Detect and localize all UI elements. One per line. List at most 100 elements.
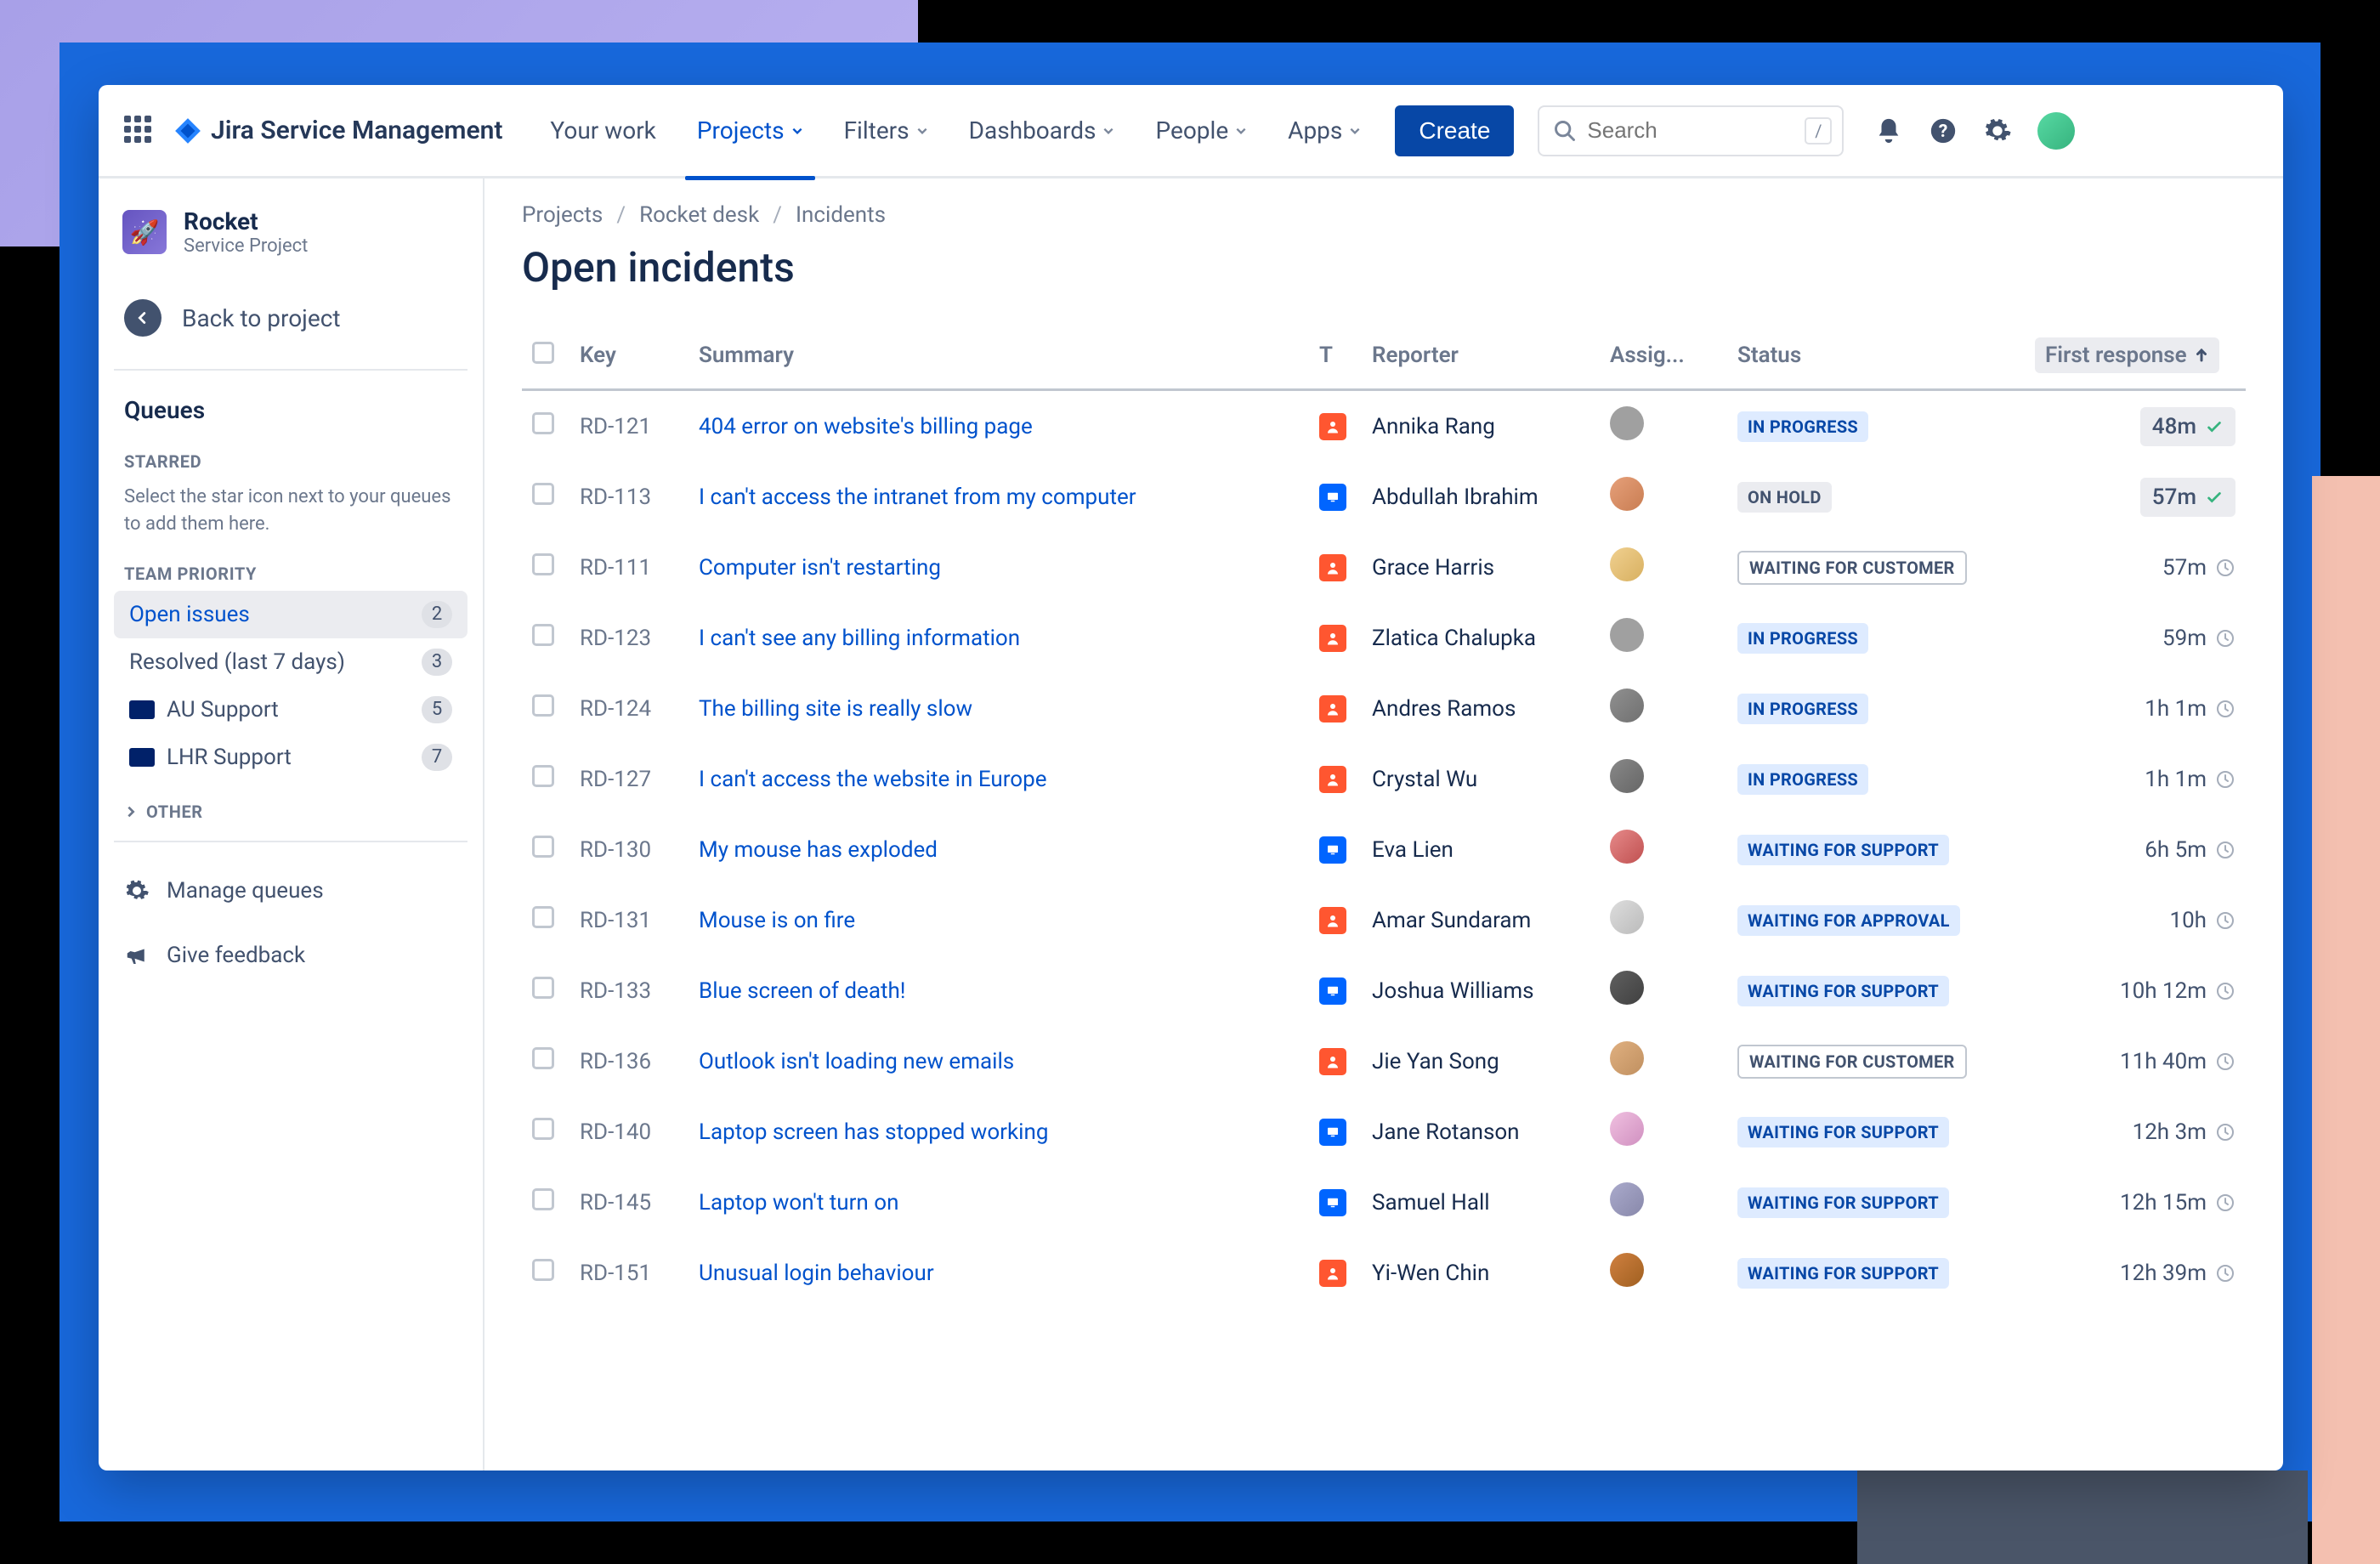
status-badge[interactable]: WAITING FOR CUSTOMER: [1737, 1045, 1967, 1079]
status-badge[interactable]: IN PROGRESS: [1737, 623, 1868, 654]
status-badge[interactable]: WAITING FOR SUPPORT: [1737, 1117, 1949, 1148]
assignee-avatar[interactable]: [1610, 971, 1644, 1005]
app-switcher-icon[interactable]: [124, 116, 155, 146]
breadcrumb-link[interactable]: Rocket desk: [639, 202, 759, 228]
issue-summary-link[interactable]: Outlook isn't loading new emails: [699, 1049, 1014, 1074]
nav-people[interactable]: People: [1138, 110, 1264, 151]
status-badge[interactable]: WAITING FOR CUSTOMER: [1737, 551, 1967, 585]
project-header[interactable]: 🚀 Rocket Service Project: [114, 201, 468, 264]
issue-key[interactable]: RD-111: [570, 532, 688, 603]
sidebar-queue-item[interactable]: LHR Support7: [114, 734, 468, 781]
row-checkbox[interactable]: [532, 977, 554, 999]
reporter-name[interactable]: Amar Sundaram: [1362, 885, 1600, 955]
back-to-project[interactable]: Back to project: [114, 279, 468, 357]
row-checkbox[interactable]: [532, 1047, 554, 1069]
status-badge[interactable]: WAITING FOR SUPPORT: [1737, 1258, 1949, 1289]
table-row[interactable]: RD-133Blue screen of death!Joshua Willia…: [522, 955, 2246, 1026]
issue-key[interactable]: RD-113: [570, 462, 688, 532]
table-row[interactable]: RD-123 I can't see any billing informatio…: [522, 603, 2246, 673]
row-checkbox[interactable]: [532, 906, 554, 928]
table-row[interactable]: RD-131Mouse is on fireAmar SundaramWAITI…: [522, 885, 2246, 955]
col-reporter[interactable]: Reporter: [1362, 327, 1600, 390]
row-checkbox[interactable]: [532, 483, 554, 505]
sidebar-queue-item[interactable]: Resolved (last 7 days)3: [114, 638, 468, 686]
nav-filters[interactable]: Filters: [827, 110, 945, 151]
issue-key[interactable]: RD-123: [570, 603, 688, 673]
assignee-avatar[interactable]: [1610, 1112, 1644, 1146]
table-row[interactable]: RD-136 Outlook isn't loading new emails Ji…: [522, 1026, 2246, 1096]
reporter-name[interactable]: Crystal Wu: [1362, 744, 1600, 814]
reporter-name[interactable]: Jie Yan Song: [1362, 1026, 1600, 1096]
reporter-name[interactable]: Samuel Hall: [1362, 1167, 1600, 1238]
row-checkbox[interactable]: [532, 836, 554, 858]
row-checkbox[interactable]: [532, 765, 554, 787]
sidebar-queue-item[interactable]: AU Support5: [114, 686, 468, 734]
table-row[interactable]: RD-130My mouse has explodedEva LienWAITI…: [522, 814, 2246, 885]
col-type[interactable]: T: [1309, 327, 1362, 390]
issue-key[interactable]: RD-136: [570, 1026, 688, 1096]
row-checkbox[interactable]: [532, 553, 554, 575]
sidebar-queue-item[interactable]: Open issues2: [114, 591, 468, 638]
avatar[interactable]: [2037, 112, 2075, 150]
reporter-name[interactable]: Andres Ramos: [1362, 673, 1600, 744]
table-row[interactable]: RD-140Laptop screen has stopped workingJ…: [522, 1096, 2246, 1167]
status-badge[interactable]: IN PROGRESS: [1737, 694, 1868, 724]
reporter-name[interactable]: Abdullah Ibrahim: [1362, 462, 1600, 532]
assignee-avatar[interactable]: [1610, 1041, 1644, 1075]
status-badge[interactable]: ON HOLD: [1737, 482, 1832, 513]
row-checkbox[interactable]: [532, 694, 554, 717]
issue-summary-link[interactable]: Unusual login behaviour: [699, 1261, 934, 1286]
col-key[interactable]: Key: [570, 327, 688, 390]
table-row[interactable]: RD-113 I can't access the intranet from m…: [522, 462, 2246, 532]
nav-apps[interactable]: Apps: [1271, 110, 1378, 151]
gear-icon[interactable]: [1983, 116, 2012, 145]
table-row[interactable]: RD-151 Unusual login behaviour Yi-Wen Chin…: [522, 1238, 2246, 1308]
search-input[interactable]: [1538, 105, 1844, 156]
issue-key[interactable]: RD-130: [570, 814, 688, 885]
issue-summary-link[interactable]: I can't see any billing information: [699, 626, 1020, 651]
nav-dashboards[interactable]: Dashboards: [952, 110, 1132, 151]
issue-key[interactable]: RD-145: [570, 1167, 688, 1238]
assignee-avatar[interactable]: [1610, 830, 1644, 864]
issue-summary-link[interactable]: 404 error on website's billing page: [699, 414, 1033, 439]
other-section-toggle[interactable]: OTHER: [114, 781, 468, 829]
give-feedback[interactable]: Give feedback: [114, 927, 468, 983]
assignee-avatar[interactable]: [1610, 688, 1644, 722]
help-icon[interactable]: ?: [1929, 116, 1958, 145]
col-first-response[interactable]: First response: [2025, 327, 2246, 390]
issue-key[interactable]: RD-131: [570, 885, 688, 955]
bell-icon[interactable]: [1874, 116, 1903, 145]
issue-key[interactable]: RD-140: [570, 1096, 688, 1167]
issue-summary-link[interactable]: I can't access the intranet from my comp…: [699, 484, 1136, 510]
table-row[interactable]: RD-124 The billing site is really slow And…: [522, 673, 2246, 744]
reporter-name[interactable]: Annika Rang: [1362, 390, 1600, 462]
assignee-avatar[interactable]: [1610, 759, 1644, 793]
reporter-name[interactable]: Yi-Wen Chin: [1362, 1238, 1600, 1308]
assignee-avatar[interactable]: [1610, 477, 1644, 511]
col-assignee[interactable]: Assig...: [1600, 327, 1727, 390]
status-badge[interactable]: IN PROGRESS: [1737, 764, 1868, 795]
nav-projects[interactable]: Projects: [680, 110, 820, 151]
row-checkbox[interactable]: [532, 1259, 554, 1281]
row-checkbox[interactable]: [532, 1188, 554, 1210]
status-badge[interactable]: WAITING FOR SUPPORT: [1737, 1187, 1949, 1218]
row-checkbox[interactable]: [532, 624, 554, 646]
status-badge[interactable]: WAITING FOR SUPPORT: [1737, 835, 1949, 865]
row-checkbox[interactable]: [532, 1118, 554, 1140]
issue-summary-link[interactable]: Laptop won't turn on: [699, 1190, 898, 1216]
issue-key[interactable]: RD-124: [570, 673, 688, 744]
assignee-avatar[interactable]: [1610, 406, 1644, 440]
reporter-name[interactable]: Jane Rotanson: [1362, 1096, 1600, 1167]
status-badge[interactable]: WAITING FOR SUPPORT: [1737, 976, 1949, 1006]
assignee-avatar[interactable]: [1610, 1253, 1644, 1287]
status-badge[interactable]: WAITING FOR APPROVAL: [1737, 905, 1960, 936]
issue-key[interactable]: RD-127: [570, 744, 688, 814]
assignee-avatar[interactable]: [1610, 1182, 1644, 1216]
breadcrumb-link[interactable]: Incidents: [796, 202, 886, 228]
issue-summary-link[interactable]: The billing site is really slow: [699, 696, 972, 722]
issue-summary-link[interactable]: Computer isn't restarting: [699, 555, 941, 581]
col-status[interactable]: Status: [1727, 327, 2025, 390]
issue-key[interactable]: RD-151: [570, 1238, 688, 1308]
create-button[interactable]: Create: [1395, 105, 1514, 156]
status-badge[interactable]: IN PROGRESS: [1737, 411, 1868, 442]
